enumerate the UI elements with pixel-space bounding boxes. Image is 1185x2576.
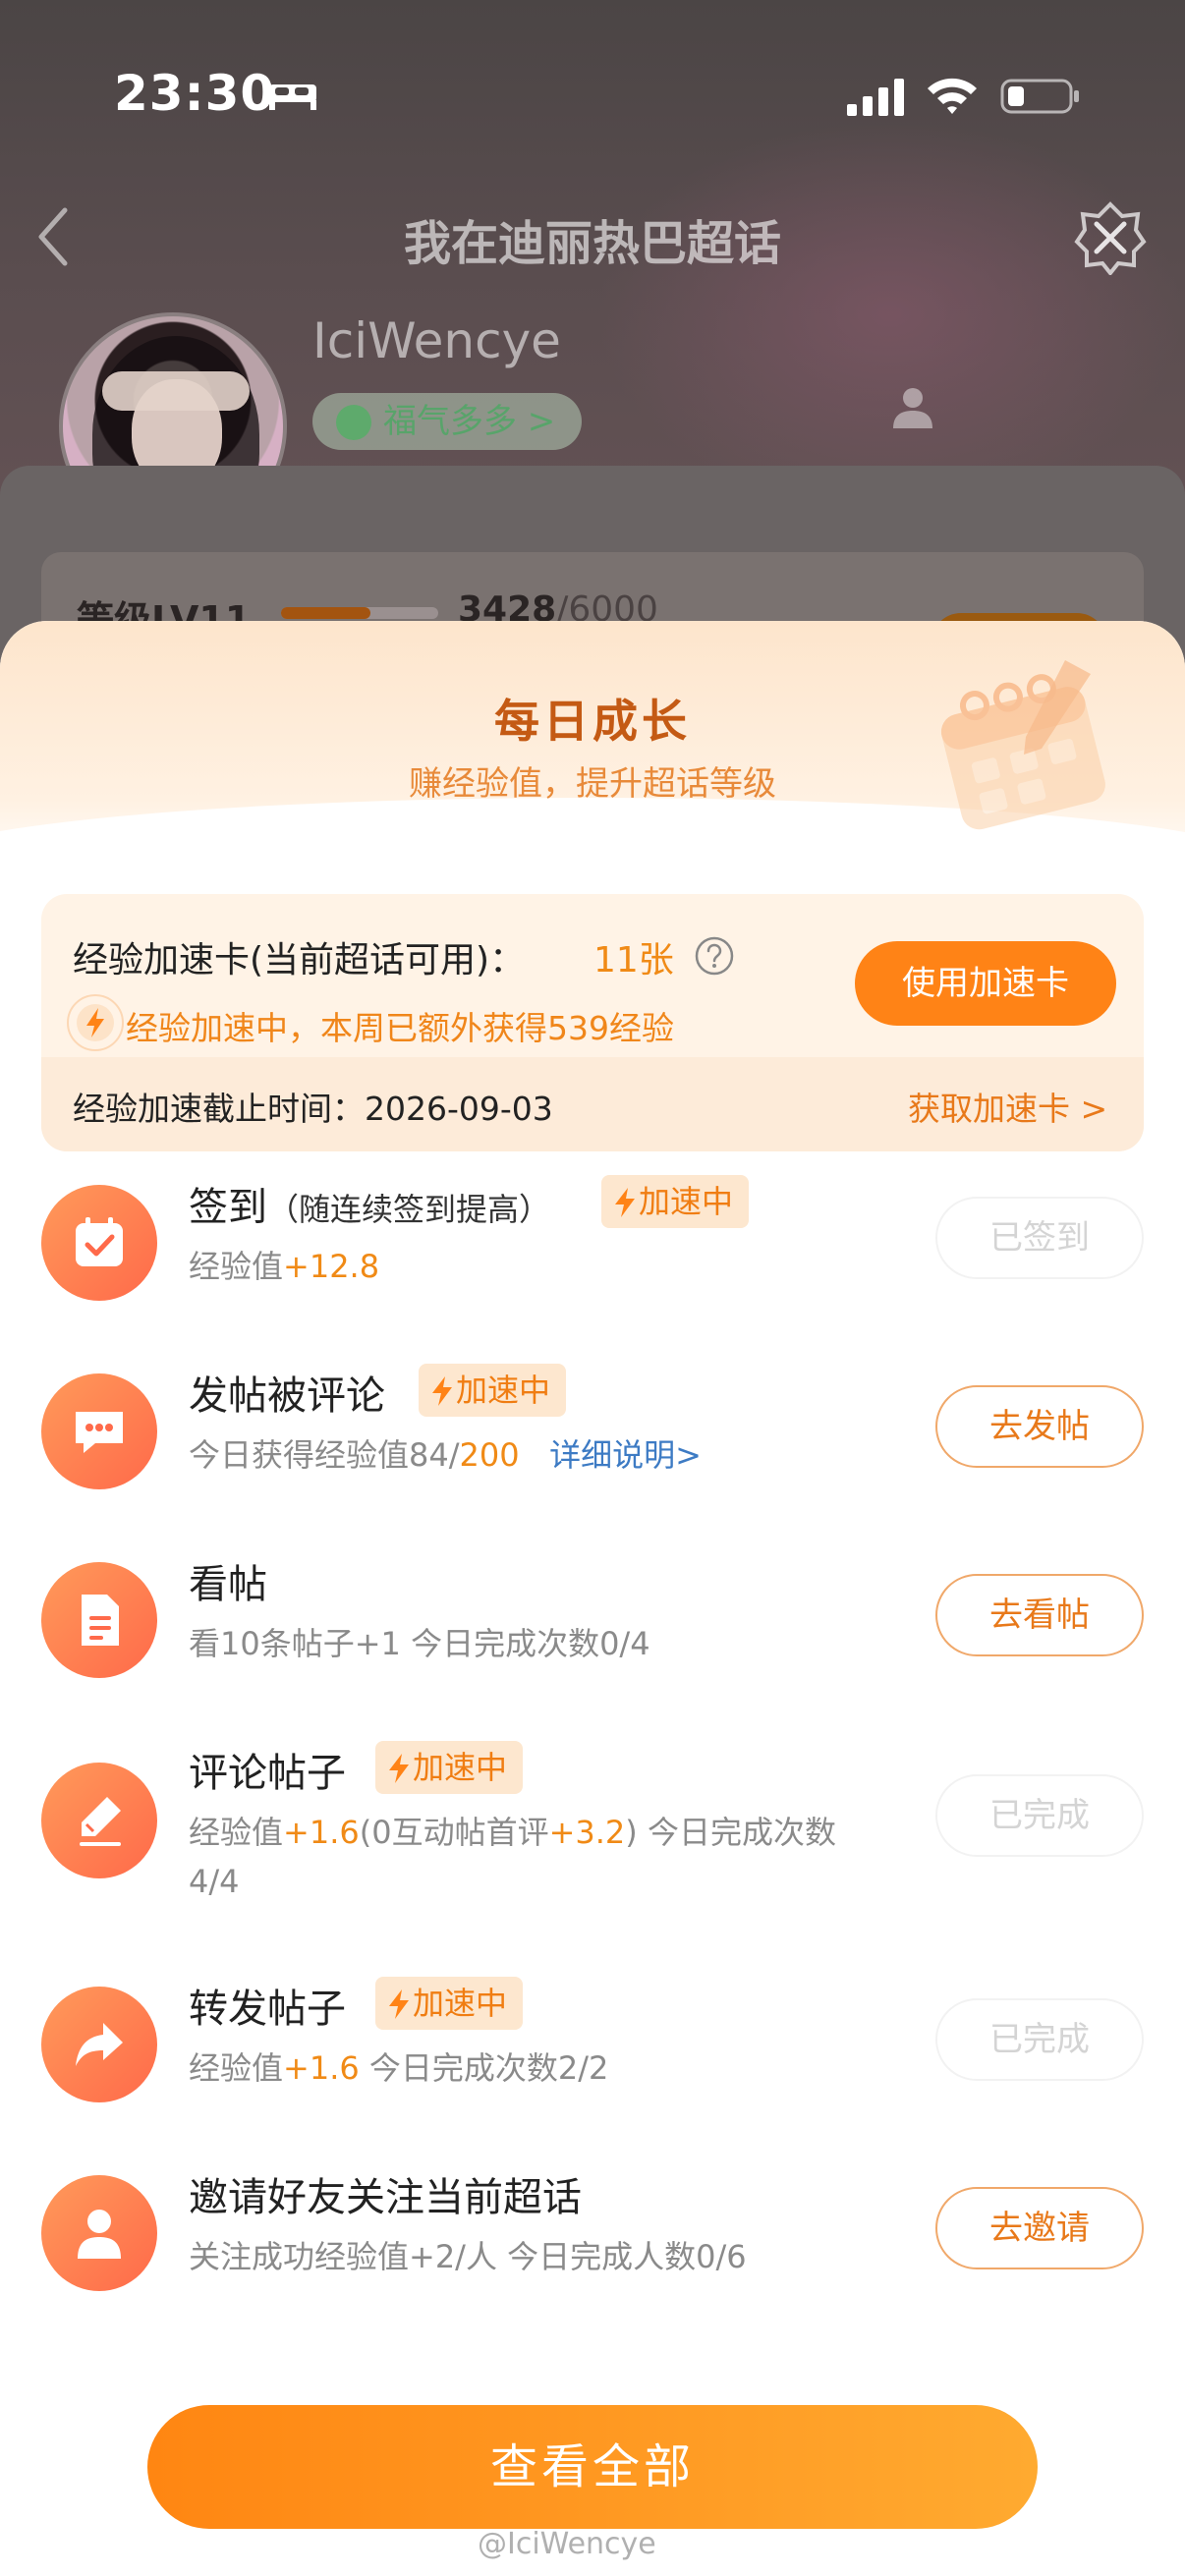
use-boost-card-button[interactable]: 使用加速卡 [855,941,1116,1026]
details-link[interactable]: 详细说明> [549,1436,702,1474]
task-title: 发帖被评论 [189,1373,385,1419]
task-desc: 今日获得经验值84/200 详细说明> [189,1436,702,1474]
task-invite-friends: 邀请好友关注当前超话 关注成功经验值+2/人 今日完成人数0/6 去邀请 [0,2165,1185,2352]
task-desc: 经验值+1.6 今日完成次数2/2 [189,2049,609,2087]
get-boost-card-link[interactable]: 获取加速卡 > [908,1083,1107,1130]
task-desc: 关注成功经验值+2/人 今日完成人数0/6 [189,2238,747,2275]
task-title: 评论帖子 [189,1751,346,1796]
share-arrow-icon [41,1987,157,2102]
fortune-label: 福气多多 > [383,402,556,441]
sleep-focus-icon [269,84,316,110]
view-all-button[interactable]: 查看全部 [147,2405,1038,2529]
person-icon[interactable] [890,385,935,430]
money-bag-icon [336,405,371,440]
lightning-icon [67,994,124,1051]
close-icon[interactable] [1073,200,1148,275]
checked-in-button[interactable]: 已签到 [935,1197,1144,1279]
task-view-posts: 看帖 看10条帖子+1 今日完成次数0/4 去看帖 [0,1552,1185,1739]
go-post-button[interactable]: 去发帖 [935,1385,1144,1468]
boost-status-text: 经验加速中，本周已额外获得539经验 [126,1009,674,1047]
boost-deadline: 经验加速截止时间：2026-09-03 [73,1090,553,1128]
lightning-icon [389,1989,409,2019]
go-view-button[interactable]: 去看帖 [935,1574,1144,1656]
task-desc: 看10条帖子+1 今日完成次数0/4 [189,1625,650,1662]
document-icon [41,1562,157,1678]
daily-growth-sheet: 每日成长 赚经验值，提升超话等级 经验加速卡(当前超话可用)： 11张 经验加速… [0,621,1185,2576]
task-desc: 经验值+1.6(0互动帖首评+3.2) 今日完成次数 4/4 [189,1814,836,1900]
boost-chip: 加速中 [601,1175,750,1228]
page-title: 我在迪丽热巴超话 [403,216,781,271]
lightning-icon [615,1188,635,1217]
task-title: 签到（随连续签到提高） [189,1185,551,1230]
boost-chip: 加速中 [375,1977,524,2030]
lightning-icon [389,1754,409,1783]
boost-chip: 加速中 [419,1364,567,1417]
fortune-chip[interactable]: 福气多多 > [312,393,582,450]
go-invite-button[interactable]: 去邀请 [935,2187,1144,2269]
top-nav: 我在迪丽热巴超话 [0,187,1185,285]
person-icon [41,2175,157,2291]
task-desc: 经验值+12.8 [189,1248,380,1285]
task-checkin: 签到（随连续签到提高） 加速中 经验值+12.8 已签到 [0,1175,1185,1362]
task-title: 看帖 [189,1562,267,1607]
wifi-icon [928,78,977,114]
task-title: 邀请好友关注当前超话 [189,2175,582,2220]
task-repost: 转发帖子 加速中 经验值+1.6 今日完成次数2/2 已完成 [0,1977,1185,2163]
task-post-commented: 发帖被评论 加速中 今日获得经验值84/200 详细说明> 去发帖 [0,1364,1185,1550]
completed-button[interactable]: 已完成 [935,1998,1144,2081]
username: IciWencye [312,312,561,369]
completed-button[interactable]: 已完成 [935,1774,1144,1857]
pencil-icon [41,1763,157,1878]
watermark: @IciWencye [478,2527,656,2561]
help-icon[interactable] [694,935,735,977]
boost-card-count: 11张 [593,940,674,980]
cellular-signal-icon [847,79,904,116]
calendar-icon [940,660,1105,830]
task-comment-posts: 评论帖子 加速中 经验值+1.6(0互动帖首评+3.2) 今日完成次数 4/4 已… [0,1741,1185,1928]
status-time: 23:30 [114,65,276,122]
comment-bubble-icon [41,1373,157,1489]
task-title: 转发帖子 [189,1987,346,2032]
lightning-icon [432,1376,452,1406]
boost-card-label: 经验加速卡(当前超话可用)： [73,940,526,980]
boost-chip: 加速中 [375,1741,524,1794]
level-progress-bar [281,607,438,619]
checkin-calendar-icon [41,1185,157,1301]
status-bar: 23:30 [0,0,1185,187]
boost-card: 经验加速卡(当前超话可用)： 11张 经验加速中，本周已额外获得539经验 使用… [41,894,1144,1151]
battery-icon [1000,79,1079,114]
